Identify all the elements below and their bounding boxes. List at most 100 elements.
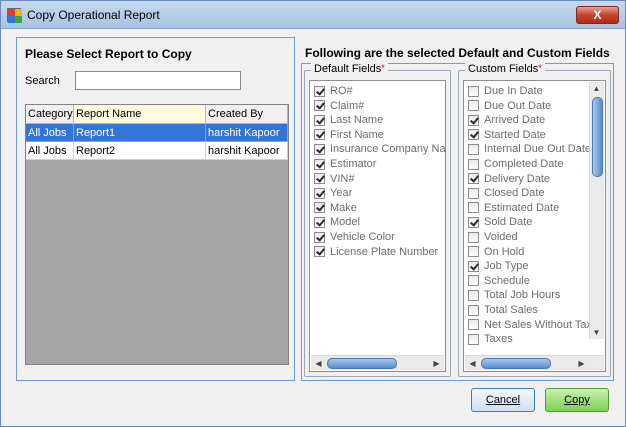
custom-checkbox-item[interactable]: Total Job Hours	[468, 288, 560, 302]
checked-checkbox-icon[interactable]	[468, 173, 479, 185]
checkbox-label: Taxes	[484, 333, 513, 346]
report-grid: Category Report Name Created By All Jobs…	[25, 104, 289, 365]
unchecked-checkbox-icon[interactable]	[468, 231, 479, 243]
custom-fields-title: Custom Fields*	[465, 63, 545, 75]
custom-checkbox-item[interactable]: Sold Date	[468, 215, 532, 229]
checkbox-label: Closed Date	[484, 187, 545, 200]
unchecked-checkbox-icon[interactable]	[468, 246, 479, 258]
custom-hscrollbar[interactable]: ◀ ▶	[465, 355, 604, 370]
custom-checkbox-item[interactable]: Started Date	[468, 128, 546, 142]
custom-hscroll-thumb[interactable]	[481, 358, 551, 369]
custom-checkbox-item[interactable]: Delivery Date	[468, 172, 550, 186]
checkbox-label: Due In Date	[484, 85, 543, 97]
checked-checkbox-icon[interactable]	[314, 173, 325, 185]
default-fields-list[interactable]: License Plate Number Vehicle Color Model Ma…	[309, 80, 446, 372]
unchecked-checkbox-icon[interactable]	[468, 333, 479, 345]
unchecked-checkbox-icon[interactable]	[468, 85, 479, 97]
default-checkbox-item[interactable]: Last Name	[314, 113, 383, 127]
checked-checkbox-icon[interactable]	[468, 260, 479, 272]
custom-vscrollbar[interactable]: ▲ ▼	[589, 82, 604, 339]
checkbox-label: Due Out Date	[484, 99, 552, 112]
search-input[interactable]	[75, 71, 241, 90]
default-checkbox-item[interactable]: Vehicle Color	[314, 230, 395, 244]
checked-checkbox-icon[interactable]	[314, 100, 325, 112]
custom-checkbox-item[interactable]: Schedule	[468, 274, 530, 288]
custom-checkbox-item[interactable]: Due In Date	[468, 84, 543, 98]
checked-checkbox-icon[interactable]	[314, 85, 325, 97]
custom-checkbox-item[interactable]: Due Out Date	[468, 99, 551, 113]
checked-checkbox-icon[interactable]	[314, 231, 325, 243]
unchecked-checkbox-icon[interactable]	[468, 187, 479, 199]
checked-checkbox-icon[interactable]	[314, 129, 325, 141]
checked-checkbox-icon[interactable]	[468, 114, 479, 126]
default-checkbox-item[interactable]: Model	[314, 215, 360, 229]
scroll-left-icon[interactable]: ◀	[312, 357, 325, 370]
checkbox-label: Make	[330, 201, 357, 214]
default-checkbox-item[interactable]: Insurance Company Nam	[314, 142, 445, 156]
unchecked-checkbox-icon[interactable]	[468, 319, 479, 331]
default-checkbox-item[interactable]: VIN#	[314, 172, 354, 186]
default-checkbox-item[interactable]: Year	[314, 186, 352, 200]
custom-checkbox-item[interactable]: Net Sales Without Taxes	[468, 318, 604, 332]
custom-checkbox-item[interactable]: On Hold	[468, 245, 524, 259]
checkbox-label: Voided	[484, 231, 518, 243]
checked-checkbox-icon[interactable]	[468, 216, 479, 228]
copy-button[interactable]: Copy	[545, 388, 609, 412]
custom-checkbox-item[interactable]: Taxes	[468, 332, 513, 346]
default-checkbox-item[interactable]: Make	[314, 201, 357, 215]
table-row[interactable]: All Jobs Report2 harshit Kapoor	[26, 142, 288, 160]
scroll-right-icon[interactable]: ▶	[575, 357, 588, 370]
cancel-button[interactable]: Cancel	[471, 388, 535, 412]
custom-checkbox-item[interactable]: Closed Date	[468, 186, 545, 200]
custom-checkbox-item[interactable]: Voided	[468, 230, 518, 244]
table-row[interactable]: All Jobs Report1 harshit Kapoor	[26, 124, 288, 142]
custom-checkbox-item[interactable]: Estimated Date	[468, 201, 559, 215]
custom-vscroll-thumb[interactable]	[592, 97, 603, 177]
checked-checkbox-icon[interactable]	[314, 143, 325, 155]
checked-checkbox-icon[interactable]	[314, 158, 325, 170]
custom-checkbox-item[interactable]: Arrived Date	[468, 113, 545, 127]
default-checkbox-item[interactable]: First Name	[314, 128, 384, 142]
checkbox-label: First Name	[330, 128, 384, 141]
unchecked-checkbox-icon[interactable]	[468, 289, 479, 301]
default-fields-title: Default Fields*	[311, 63, 388, 75]
column-header-created-by[interactable]: Created By	[206, 105, 288, 124]
custom-checkbox-item[interactable]: Completed Date	[468, 157, 564, 171]
unchecked-checkbox-icon[interactable]	[468, 202, 479, 214]
close-button[interactable]: X	[576, 6, 619, 24]
custom-checkbox-item[interactable]: Job Type	[468, 259, 528, 273]
checked-checkbox-icon[interactable]	[314, 187, 325, 199]
search-label: Search	[25, 75, 60, 87]
cell-created-by: harshit Kapoor	[206, 124, 288, 142]
custom-fields-list[interactable]: Taxes Net Sales Without Taxes Total Sales T…	[463, 80, 606, 372]
unchecked-checkbox-icon[interactable]	[468, 143, 479, 155]
checkbox-label: Arrived Date	[484, 114, 546, 127]
default-checkbox-item[interactable]: RO#	[314, 84, 353, 98]
scroll-down-icon[interactable]: ▼	[590, 326, 603, 339]
custom-checkbox-item[interactable]: Internal Due Out Date	[468, 142, 591, 156]
default-hscrollbar[interactable]: ◀ ▶	[311, 355, 444, 370]
checked-checkbox-icon[interactable]	[314, 202, 325, 214]
unchecked-checkbox-icon[interactable]	[468, 158, 479, 170]
column-header-report-name[interactable]: Report Name	[74, 105, 206, 124]
default-checkbox-item[interactable]: Estimator	[314, 157, 376, 171]
default-hscroll-thumb[interactable]	[327, 358, 397, 369]
custom-checkbox-item[interactable]: Total Sales	[468, 303, 538, 317]
default-checkbox-item[interactable]: Claim#	[314, 99, 364, 113]
unchecked-checkbox-icon[interactable]	[468, 304, 479, 316]
default-checkbox-item[interactable]: License Plate Number	[314, 245, 438, 259]
scroll-left-icon[interactable]: ◀	[466, 357, 479, 370]
app-icon	[7, 8, 22, 23]
unchecked-checkbox-icon[interactable]	[468, 100, 479, 112]
title-bar[interactable]: Copy Operational Report X	[1, 1, 625, 29]
scroll-right-icon[interactable]: ▶	[430, 357, 443, 370]
unchecked-checkbox-icon[interactable]	[468, 275, 479, 287]
grid-header: Category Report Name Created By	[26, 105, 288, 124]
checked-checkbox-icon[interactable]	[314, 216, 325, 228]
scroll-up-icon[interactable]: ▲	[590, 82, 603, 95]
checkbox-label: Estimator	[330, 158, 377, 170]
column-header-category[interactable]: Category	[26, 105, 74, 124]
checked-checkbox-icon[interactable]	[314, 114, 325, 126]
checked-checkbox-icon[interactable]	[314, 246, 325, 258]
checked-checkbox-icon[interactable]	[468, 129, 479, 141]
